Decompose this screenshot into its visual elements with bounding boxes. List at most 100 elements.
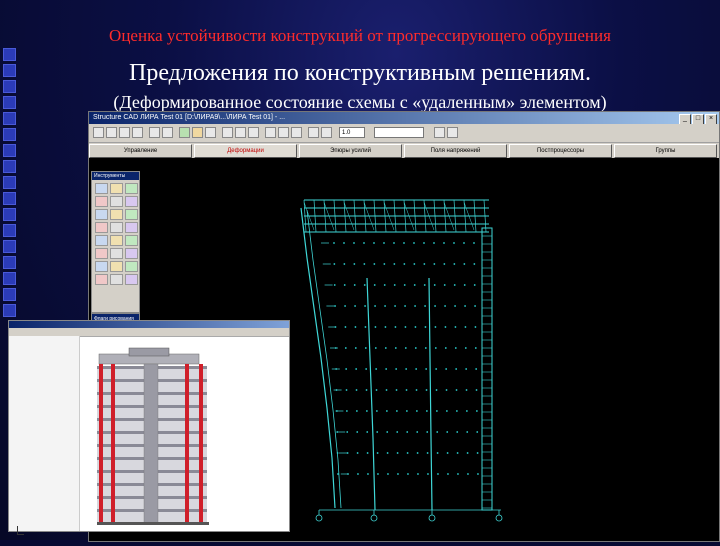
palette-tool-icon[interactable] bbox=[125, 235, 138, 246]
floor-node bbox=[475, 389, 478, 391]
app-window-title: Structure CAD ЛИРА Test 01 [D:\ЛИРА9\...… bbox=[93, 114, 286, 121]
floor-node bbox=[417, 473, 419, 475]
palette-tool-icon[interactable] bbox=[110, 196, 123, 207]
floor-node bbox=[404, 305, 406, 307]
save-file-icon[interactable] bbox=[119, 127, 130, 138]
palette-tool-icon[interactable] bbox=[125, 248, 138, 259]
palette-tool-icon[interactable] bbox=[125, 183, 138, 194]
tab-management[interactable]: Управление bbox=[89, 144, 192, 158]
floor-node bbox=[475, 410, 478, 412]
fit-view-icon[interactable] bbox=[248, 127, 259, 138]
mode-combo[interactable] bbox=[374, 127, 424, 138]
open-file-icon[interactable] bbox=[106, 127, 117, 138]
palette-tool-icon[interactable] bbox=[125, 261, 138, 272]
floor-node bbox=[416, 452, 419, 454]
fragment-icon[interactable] bbox=[291, 127, 302, 138]
palette-tool-icon[interactable] bbox=[95, 274, 108, 285]
new-file-icon[interactable] bbox=[93, 127, 104, 138]
floor-node bbox=[344, 305, 346, 307]
loads-icon[interactable] bbox=[321, 127, 332, 138]
window-close-icon[interactable]: × bbox=[705, 114, 717, 124]
floor-node bbox=[345, 410, 348, 412]
3d-viewer-window bbox=[8, 320, 290, 535]
palette-tool-icon[interactable] bbox=[125, 196, 138, 207]
floor-node bbox=[455, 368, 458, 370]
floor-node bbox=[395, 368, 398, 370]
floor-node bbox=[354, 347, 357, 349]
palette-tool-icon[interactable] bbox=[110, 274, 123, 285]
floor-node bbox=[476, 431, 479, 433]
floor-node bbox=[343, 284, 346, 286]
palette-tool-icon[interactable] bbox=[110, 261, 123, 272]
projection-icon[interactable] bbox=[265, 127, 276, 138]
help-icon[interactable] bbox=[447, 127, 458, 138]
zoom-in-icon[interactable] bbox=[222, 127, 233, 138]
palette-tool-icon[interactable] bbox=[125, 274, 138, 285]
floor-node bbox=[385, 368, 388, 370]
palette-tool-icon[interactable] bbox=[95, 196, 108, 207]
floor-node bbox=[396, 452, 399, 454]
palette-tool-icon[interactable] bbox=[95, 222, 108, 233]
floor-node bbox=[403, 242, 405, 244]
settings-icon[interactable] bbox=[434, 127, 445, 138]
palette-tool-icon[interactable] bbox=[95, 261, 108, 272]
palette-tool-icon[interactable] bbox=[110, 183, 123, 194]
floor-node bbox=[426, 431, 429, 433]
palette-tool-icon[interactable] bbox=[95, 248, 108, 259]
zoom-out-icon[interactable] bbox=[235, 127, 246, 138]
floor-node bbox=[354, 326, 357, 328]
floor-node bbox=[344, 326, 347, 328]
palette-tool-icon[interactable] bbox=[110, 248, 123, 259]
palette-tool-icon[interactable] bbox=[95, 209, 108, 220]
palette-tool-icon[interactable] bbox=[110, 222, 123, 233]
floor-node bbox=[404, 326, 407, 328]
tab-stress-fields[interactable]: Поля напряжений bbox=[404, 144, 507, 158]
palette-tool-icon[interactable] bbox=[110, 209, 123, 220]
floor-node bbox=[365, 368, 368, 370]
floor-node bbox=[415, 368, 418, 370]
building-column bbox=[199, 364, 203, 524]
palette-tool-icon[interactable] bbox=[125, 209, 138, 220]
floor-node bbox=[466, 452, 469, 454]
undo-icon[interactable] bbox=[149, 127, 160, 138]
print-icon[interactable] bbox=[132, 127, 143, 138]
mode-tabs: Управление Деформации Эпюры усилий Поля … bbox=[89, 144, 719, 158]
floor-node bbox=[366, 431, 369, 433]
floor-node bbox=[367, 473, 369, 475]
floor-node bbox=[395, 389, 398, 391]
floor-node bbox=[406, 452, 409, 454]
floor-node bbox=[377, 473, 379, 475]
palette-tool-icon[interactable] bbox=[125, 222, 138, 233]
viewer-title-bar[interactable] bbox=[9, 321, 289, 328]
palette-tool-icon[interactable] bbox=[95, 183, 108, 194]
building-base bbox=[97, 522, 209, 525]
app-title-bar[interactable]: Structure CAD ЛИРА Test 01 [D:\ЛИРА9\...… bbox=[89, 112, 719, 124]
scale-combo[interactable]: 1.0 bbox=[339, 127, 365, 138]
floor-node bbox=[425, 368, 428, 370]
tab-groups[interactable]: Группы bbox=[614, 144, 717, 158]
floor-node bbox=[355, 410, 358, 412]
floor-node bbox=[375, 368, 378, 370]
redo-icon[interactable] bbox=[162, 127, 173, 138]
building-column bbox=[185, 364, 189, 524]
tab-deformations[interactable]: Деформации bbox=[194, 144, 297, 158]
floor-node bbox=[444, 347, 447, 349]
floor-node bbox=[374, 347, 377, 349]
filter-icon[interactable] bbox=[278, 127, 289, 138]
tab-postprocessors[interactable]: Постпроцессоры bbox=[509, 144, 612, 158]
palette-tool-icon[interactable] bbox=[95, 235, 108, 246]
view-icon[interactable] bbox=[179, 127, 190, 138]
palette-tool-icon[interactable] bbox=[110, 235, 123, 246]
floor-node bbox=[373, 284, 376, 286]
floor-node bbox=[477, 473, 479, 475]
floor-node bbox=[424, 347, 427, 349]
window-maximize-icon[interactable]: □ bbox=[692, 114, 704, 124]
rotate-icon[interactable] bbox=[192, 127, 203, 138]
floor-node bbox=[387, 473, 389, 475]
select-icon[interactable] bbox=[205, 127, 216, 138]
floor-node bbox=[445, 389, 448, 391]
flags-icon[interactable] bbox=[308, 127, 319, 138]
tab-force-diagrams[interactable]: Эпюры усилий bbox=[299, 144, 402, 158]
window-minimize-icon[interactable]: _ bbox=[679, 114, 691, 124]
building-column bbox=[99, 364, 103, 524]
